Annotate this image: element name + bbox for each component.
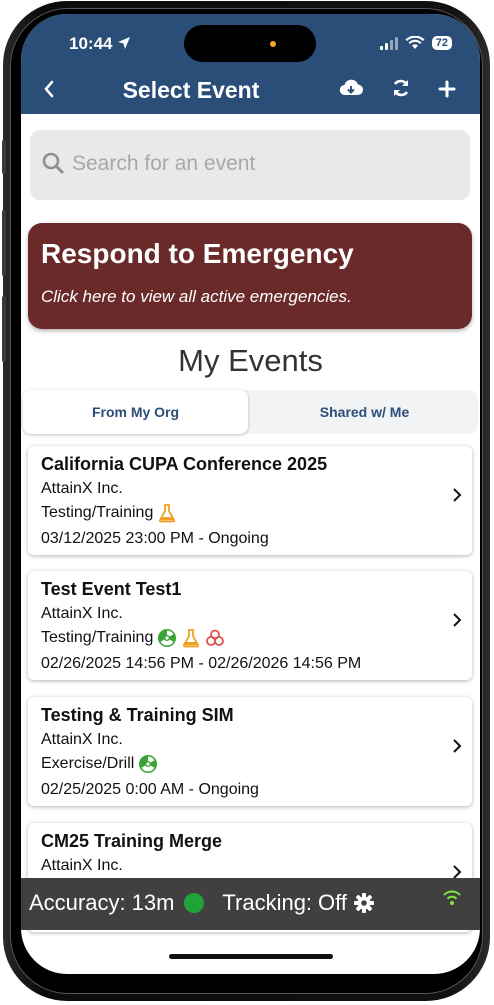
emergency-subtitle: Click here to view all active emergencie… xyxy=(41,287,352,306)
event-title: Test Event Test1 xyxy=(41,579,182,599)
event-card[interactable]: California CUPA Conference 2025 AttainX … xyxy=(28,446,472,555)
respond-to-emergency-banner[interactable]: Respond to Emergency Click here to view … xyxy=(28,223,472,329)
refresh-icon xyxy=(393,79,409,97)
search-input[interactable] xyxy=(70,151,454,177)
event-type-label: Exercise/Drill xyxy=(41,755,135,772)
plus-icon xyxy=(438,80,456,98)
flask-icon xyxy=(159,504,176,523)
event-type: Testing/Training xyxy=(41,503,177,523)
event-dates: 02/26/2025 14:56 PM - 02/26/2026 14:56 P… xyxy=(41,655,362,672)
accuracy-indicator-dot xyxy=(184,893,205,913)
cloud-download-icon xyxy=(339,79,364,96)
event-org: AttainX Inc. xyxy=(41,857,123,874)
event-dates: 03/12/2025 23:00 PM - Ongoing xyxy=(41,530,269,547)
silent-switch xyxy=(2,140,6,174)
add-event-button[interactable] xyxy=(438,78,456,104)
app-screen: 10:44 72 Select Event Respond to Emergen… xyxy=(21,14,480,974)
radiation-icon xyxy=(158,629,177,647)
status-icons: 72 xyxy=(379,36,452,50)
tab-shared-with-me[interactable]: Shared w/ Me xyxy=(251,390,478,434)
event-type-label: Testing/Training xyxy=(41,504,154,521)
gear-icon[interactable] xyxy=(353,892,375,914)
location-arrow-icon xyxy=(118,37,131,49)
event-org: AttainX Inc. xyxy=(41,605,123,622)
search-bar[interactable] xyxy=(30,130,470,200)
cloud-download-button[interactable] xyxy=(339,78,364,104)
home-indicator[interactable] xyxy=(169,954,333,959)
chevron-right-icon xyxy=(452,737,462,760)
battery-icon: 72 xyxy=(431,36,452,50)
cellular-signal-icon xyxy=(379,36,398,50)
tracking-value: Off xyxy=(318,890,347,915)
status-readout: Accuracy: 13m Tracking: Off xyxy=(29,890,375,916)
flask-icon xyxy=(183,629,200,648)
event-dates: 02/25/2025 0:00 AM - Ongoing xyxy=(41,781,259,798)
events-tab-bar: From My Org Shared w/ Me xyxy=(23,390,478,434)
emergency-title: Respond to Emergency xyxy=(41,238,354,269)
event-type-label: Testing/Training xyxy=(41,629,154,646)
dynamic-island xyxy=(184,25,316,62)
event-type: Exercise/Drill xyxy=(41,754,158,774)
biohazard-icon xyxy=(206,629,225,646)
search-icon xyxy=(42,152,64,174)
accuracy-value: 13m xyxy=(131,890,175,915)
event-title: California CUPA Conference 2025 xyxy=(41,454,328,474)
tracking-status-bar: Accuracy: 13m Tracking: Off xyxy=(21,878,480,930)
event-org: AttainX Inc. xyxy=(41,731,123,748)
event-title: Testing & Training SIM xyxy=(41,705,234,725)
wifi-status-icon xyxy=(405,36,425,49)
event-title: CM25 Training Merge xyxy=(41,831,223,851)
status-time: 10:44 xyxy=(69,34,131,54)
page-title: Select Event xyxy=(122,77,260,103)
tracking-label: Tracking: xyxy=(222,890,313,915)
refresh-button[interactable] xyxy=(391,78,411,104)
section-title: My Events xyxy=(178,343,323,378)
accuracy-label: Accuracy: xyxy=(29,890,126,915)
event-card[interactable]: Test Event Test1 AttainX Inc. Testing/Tr… xyxy=(28,571,472,680)
time-text: 10:44 xyxy=(69,34,113,53)
event-type: Testing/Training xyxy=(41,628,225,648)
header-bar: 10:44 72 Select Event xyxy=(21,14,480,114)
tab-from-my-org[interactable]: From My Org xyxy=(23,390,248,434)
privacy-indicator xyxy=(270,41,276,47)
chevron-right-icon xyxy=(452,611,462,634)
chevron-right-icon xyxy=(452,486,462,509)
volume-up-button xyxy=(2,210,6,276)
radiation-icon xyxy=(139,755,158,773)
event-card[interactable]: Testing & Training SIM AttainX Inc. Exer… xyxy=(28,697,472,806)
wifi-icon xyxy=(443,890,461,905)
volume-down-button xyxy=(2,296,6,362)
event-org: AttainX Inc. xyxy=(41,480,123,497)
